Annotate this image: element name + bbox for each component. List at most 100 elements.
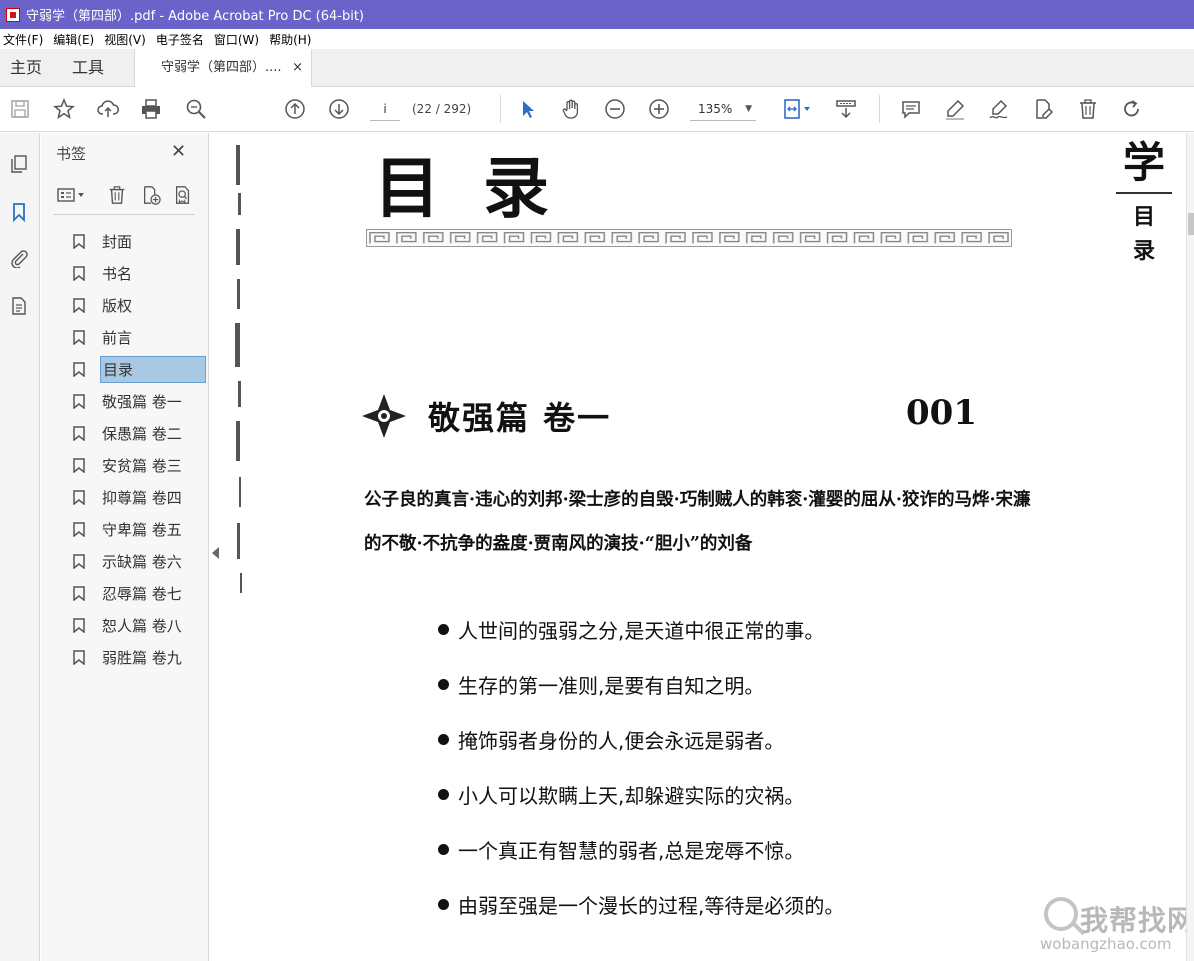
bookmark-icon [73,265,85,281]
bookmark-item[interactable]: 保愚篇 卷二 [69,417,209,449]
save-icon[interactable] [8,97,32,121]
watermark-text: 我帮找网 [1080,904,1194,937]
bookmark-label: 抑尊篇 卷四 [102,488,182,507]
key-point-text: 小人可以欺瞒上天,却躲避实际的灾祸。 [458,784,805,808]
title-bar: 守弱学（第四部）.pdf - Adobe Acrobat Pro DC (64-… [0,0,1194,29]
tab-close-icon[interactable]: × [292,49,303,87]
bookmark-item[interactable]: 守卑篇 卷五 [69,513,209,545]
menu-esign[interactable]: 电子签名 [153,31,211,48]
scroll-mode-icon[interactable] [834,97,858,121]
highlight-pen-icon[interactable] [943,97,967,121]
bookmark-icon [73,361,85,377]
sign-icon[interactable] [987,97,1011,121]
bookmark-panel-icon[interactable] [8,201,30,223]
document-viewport[interactable]: 目 录 学 目 录 敬强篇 卷一 001 公子良的真言·违心的刘邦·梁士彦的自毁… [228,133,1194,961]
bullet-icon [438,624,449,635]
bookmark-item[interactable]: 安贫篇 卷三 [69,449,209,481]
key-point: 小人可以欺瞒上天,却躲避实际的灾祸。 [438,780,998,835]
bookmark-icon [73,617,85,633]
menu-view[interactable]: 视图(V) [101,31,153,48]
menu-window[interactable]: 窗口(W) [211,31,266,48]
tab-tools[interactable]: 工具 [72,49,104,87]
key-point-text: 由弱至强是一个漫长的过程,等待是必须的。 [458,894,845,918]
bookmark-item-selected[interactable]: 目录 [69,353,209,385]
bookmark-label: 书名 [102,264,133,283]
bookmark-label: 封面 [102,232,133,251]
toc-heading: 目 录 [374,149,559,227]
main-toolbar: i (22 / 292) 135% ▼ [0,87,1194,132]
bookmark-icon [73,297,85,313]
new-bookmark-icon[interactable] [139,183,163,207]
bullet-icon [438,734,449,745]
bookmark-label: 敬强篇 卷一 [102,392,182,411]
bookmark-label: 恕人篇 卷八 [102,616,182,635]
edit-pdf-icon[interactable] [1031,97,1055,121]
attachment-icon[interactable] [8,247,30,269]
close-icon[interactable]: ✕ [171,141,186,162]
bookmark-item[interactable]: 书名 [69,257,209,289]
bookmark-item[interactable]: 抑尊篇 卷四 [69,481,209,513]
zoom-level-select[interactable]: 135% ▼ [690,97,756,121]
bookmark-label: 弱胜篇 卷九 [102,648,182,667]
bookmark-item[interactable]: 示缺篇 卷六 [69,545,209,577]
key-point-text: 人世间的强弱之分,是天道中很正常的事。 [458,619,825,643]
bookmark-item[interactable]: 版权 [69,289,209,321]
decorative-border [366,229,1012,247]
tab-document-label: 守弱学（第四部）.... [161,60,282,75]
print-icon[interactable] [139,97,163,121]
bullet-icon [438,679,449,690]
hand-tool-icon[interactable] [559,97,583,121]
zoom-out-icon[interactable] [603,97,627,121]
select-cursor-icon[interactable] [516,97,540,121]
bookmark-item[interactable]: 弱胜篇 卷九 [69,641,209,673]
bullet-icon [438,899,449,910]
tab-document[interactable]: 守弱学（第四部）.... × [134,49,312,88]
toolbar-divider [500,95,501,123]
menu-file[interactable]: 文件(F) [0,31,50,48]
bookmark-icon [73,649,85,665]
bookmark-item[interactable]: 前言 [69,321,209,353]
bookmark-icon [73,425,85,441]
bullet-icon [438,844,449,855]
bookmark-item[interactable]: 敬强篇 卷一 [69,385,209,417]
tab-home[interactable]: 主页 [10,49,42,87]
acrobat-app-icon [6,7,20,22]
bookmark-label: 目录 [100,355,206,383]
vertical-scrollbar[interactable] [1186,133,1194,961]
site-watermark: 我帮找网 wobangzhao.com [1036,895,1194,959]
previous-page-icon[interactable] [283,97,307,121]
zoom-in-icon[interactable] [647,97,671,121]
key-point-text: 一个真正有智慧的弱者,总是宠辱不惊。 [458,839,805,863]
zoom-search-icon[interactable] [184,97,208,121]
menu-edit[interactable]: 编辑(E) [50,31,101,48]
key-point: 一个真正有智慧的弱者,总是宠辱不惊。 [438,835,998,890]
side-tag-char: 目 [1132,204,1155,230]
page-thumbnails-icon[interactable] [8,153,30,175]
document-properties-icon[interactable] [8,295,30,317]
cloud-upload-icon[interactable] [96,97,120,121]
bookmark-search-icon[interactable] [171,183,195,207]
navigation-rail [0,133,40,961]
bookmark-item[interactable]: 封面 [69,225,209,257]
menu-help[interactable]: 帮助(H) [266,31,318,48]
rotate-icon[interactable] [1120,97,1144,121]
star-icon[interactable] [52,97,76,121]
bookmark-item[interactable]: 忍辱篇 卷七 [69,577,209,609]
bookmark-label: 示缺篇 卷六 [102,552,182,571]
page-number-input[interactable]: i [370,97,400,121]
scrollbar-thumb[interactable] [1188,213,1194,235]
trash-icon[interactable] [1076,97,1100,121]
delete-bookmark-icon[interactable] [105,183,129,207]
page-fit-icon[interactable] [780,97,814,121]
key-point: 掩饰弱者身份的人,便会永远是弱者。 [438,725,998,780]
menu-bar: 文件(F) 编辑(E) 视图(V) 电子签名 窗口(W) 帮助(H) [0,29,1194,49]
bookmark-list: 封面 书名 版权 前言 目录 敬强篇 卷一 保愚篇 卷二 安贫篇 卷三 抑尊篇 … [69,225,209,673]
comment-icon[interactable] [899,97,923,121]
bookmark-label: 守卑篇 卷五 [102,520,182,539]
collapse-panel-icon[interactable] [212,547,219,559]
bookmark-item[interactable]: 恕人篇 卷八 [69,609,209,641]
chapter-title: 敬强篇 卷一 [428,399,612,437]
bookmark-options-icon[interactable] [55,183,91,207]
next-page-icon[interactable] [327,97,351,121]
bookmark-label: 安贫篇 卷三 [102,456,182,475]
